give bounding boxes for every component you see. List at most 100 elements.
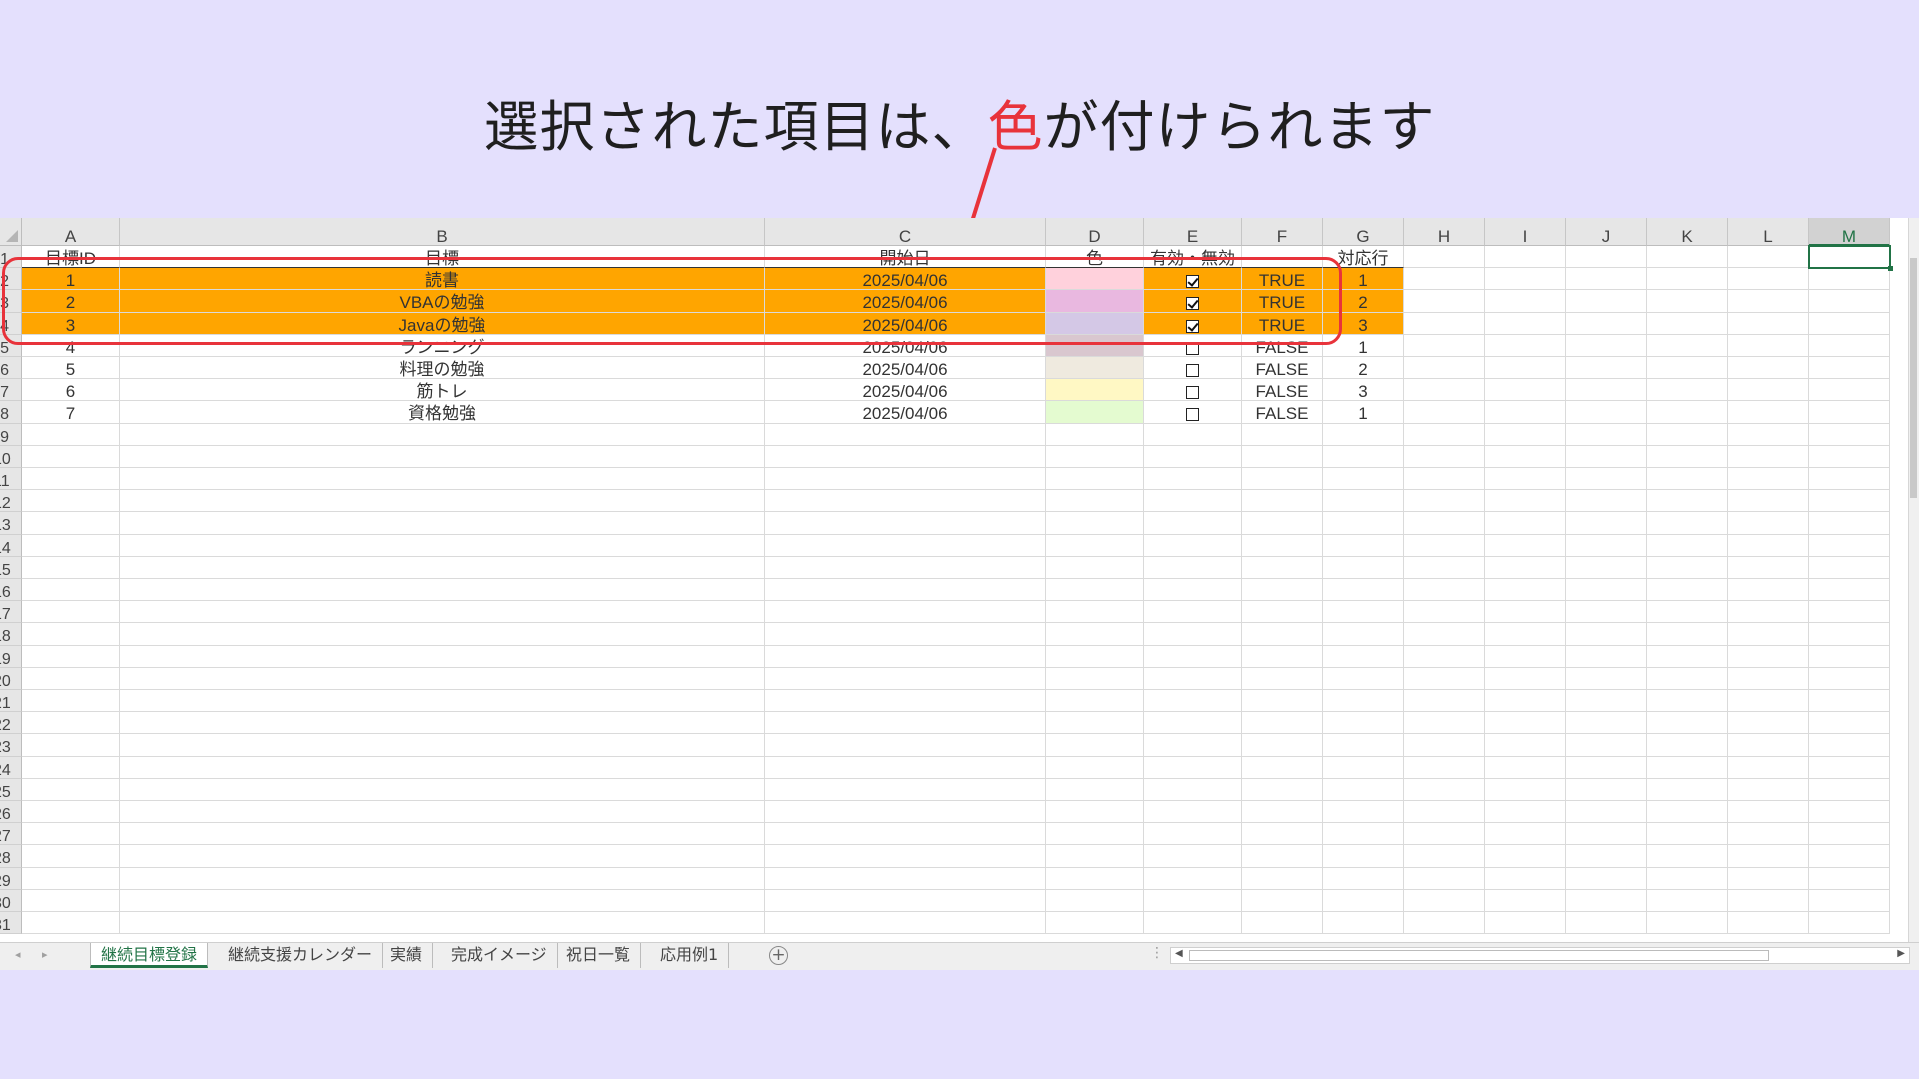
column-header-f[interactable]: F — [1242, 218, 1323, 246]
cell[interactable] — [1647, 401, 1728, 424]
table-cell-goal[interactable]: 料理の勉強 — [120, 357, 765, 380]
cell[interactable] — [1323, 712, 1404, 735]
cell[interactable] — [1728, 601, 1809, 624]
cell[interactable] — [1046, 845, 1144, 868]
cell[interactable] — [1323, 845, 1404, 868]
cell[interactable] — [1046, 778, 1144, 801]
row-header[interactable]: 19 — [0, 645, 22, 668]
table-cell-checked[interactable] — [1144, 379, 1242, 402]
cell[interactable] — [1809, 734, 1890, 757]
row-header[interactable]: 30 — [0, 889, 22, 912]
cell[interactable] — [1144, 712, 1242, 735]
table-cell-id[interactable]: 6 — [22, 379, 120, 402]
cell[interactable] — [1728, 512, 1809, 535]
sheet-tab[interactable]: 完成イメージ — [441, 943, 558, 968]
cell[interactable] — [22, 601, 120, 624]
cell[interactable] — [1404, 246, 1485, 269]
cell[interactable] — [1323, 623, 1404, 646]
cell[interactable] — [1144, 867, 1242, 890]
cell[interactable] — [765, 867, 1046, 890]
cell[interactable] — [1485, 401, 1566, 424]
cell[interactable] — [1404, 889, 1485, 912]
sheet-tab[interactable]: 応用例1 — [650, 943, 730, 968]
cell[interactable] — [1242, 734, 1323, 757]
cell[interactable] — [1404, 490, 1485, 513]
cell[interactable] — [1144, 667, 1242, 690]
cell[interactable] — [765, 801, 1046, 824]
table-cell-start[interactable]: 2025/04/06 — [765, 357, 1046, 380]
cell[interactable] — [1323, 889, 1404, 912]
cell[interactable] — [22, 823, 120, 846]
cell[interactable] — [1647, 756, 1728, 779]
cell[interactable] — [120, 556, 765, 579]
cell[interactable] — [1144, 423, 1242, 446]
cell[interactable] — [1728, 579, 1809, 602]
cell[interactable] — [765, 490, 1046, 513]
cell[interactable] — [1566, 889, 1647, 912]
triangle-right-icon[interactable]: ▶ — [1897, 948, 1905, 959]
cell[interactable] — [1323, 756, 1404, 779]
cell[interactable] — [1046, 468, 1144, 491]
row-header[interactable]: 24 — [0, 756, 22, 779]
cell[interactable] — [1144, 756, 1242, 779]
cell[interactable] — [765, 423, 1046, 446]
cell[interactable] — [1809, 690, 1890, 713]
cell[interactable] — [1144, 512, 1242, 535]
row-header[interactable]: 29 — [0, 867, 22, 890]
vertical-scrollbar[interactable] — [1908, 218, 1919, 942]
table-cell-id[interactable]: 5 — [22, 357, 120, 380]
cell[interactable] — [1566, 756, 1647, 779]
cell[interactable] — [1566, 712, 1647, 735]
checkbox[interactable] — [1186, 386, 1199, 400]
cell[interactable] — [1809, 845, 1890, 868]
cell[interactable] — [1323, 778, 1404, 801]
cell[interactable] — [1242, 889, 1323, 912]
cell[interactable] — [1323, 690, 1404, 713]
cell[interactable] — [22, 534, 120, 557]
cell[interactable] — [120, 534, 765, 557]
cell[interactable] — [1647, 445, 1728, 468]
cell[interactable] — [1566, 468, 1647, 491]
cell[interactable] — [1647, 912, 1728, 935]
cell[interactable] — [1728, 490, 1809, 513]
cell[interactable] — [1728, 756, 1809, 779]
cell[interactable] — [1242, 867, 1323, 890]
cell[interactable] — [1404, 579, 1485, 602]
cell[interactable] — [1046, 756, 1144, 779]
select-all-corner[interactable] — [0, 218, 22, 246]
cell[interactable] — [1728, 379, 1809, 402]
cell[interactable] — [1485, 756, 1566, 779]
cell[interactable] — [1728, 845, 1809, 868]
cell[interactable] — [1728, 889, 1809, 912]
cell[interactable] — [1242, 601, 1323, 624]
cell[interactable] — [22, 579, 120, 602]
row-header[interactable]: 16 — [0, 579, 22, 602]
column-header-b[interactable]: B — [120, 218, 765, 246]
cell[interactable] — [1647, 357, 1728, 380]
cell[interactable] — [120, 445, 765, 468]
cell[interactable] — [1404, 290, 1485, 313]
cell[interactable] — [22, 623, 120, 646]
cell[interactable] — [1809, 445, 1890, 468]
cell[interactable] — [1323, 801, 1404, 824]
cell[interactable] — [1647, 667, 1728, 690]
cell[interactable] — [1566, 623, 1647, 646]
cell[interactable] — [1647, 379, 1728, 402]
checkbox[interactable] — [1186, 364, 1199, 378]
cell[interactable] — [765, 468, 1046, 491]
cell[interactable] — [1809, 534, 1890, 557]
cell[interactable] — [22, 423, 120, 446]
cell[interactable] — [1809, 667, 1890, 690]
table-cell-start[interactable]: 2025/04/06 — [765, 379, 1046, 402]
cell[interactable] — [1404, 534, 1485, 557]
cell[interactable] — [1323, 468, 1404, 491]
row-header[interactable]: 27 — [0, 823, 22, 846]
cell[interactable] — [1566, 401, 1647, 424]
cell[interactable] — [1144, 778, 1242, 801]
cell[interactable] — [120, 667, 765, 690]
cell[interactable] — [1728, 823, 1809, 846]
cell[interactable] — [22, 690, 120, 713]
cell[interactable] — [1046, 823, 1144, 846]
cell[interactable] — [1728, 645, 1809, 668]
cell[interactable] — [1566, 512, 1647, 535]
